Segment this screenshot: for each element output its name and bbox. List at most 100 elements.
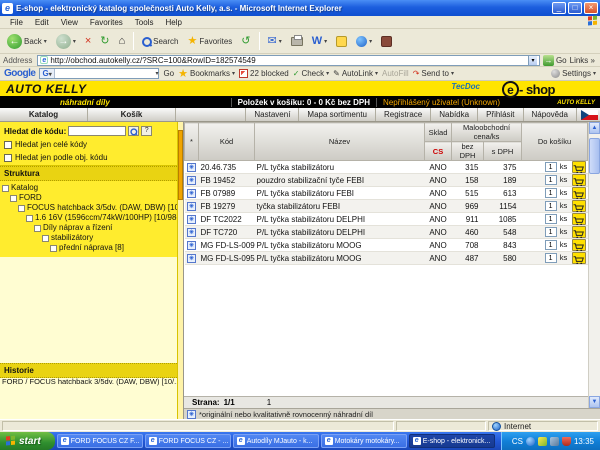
nav-tab[interactable]: Přihlásit: [478, 108, 523, 121]
part-name[interactable]: P/L tyčka stabilizátoru DELPHI: [255, 213, 425, 226]
sidebar-scrollbar[interactable]: [177, 122, 183, 419]
sidebar-scrollbar-thumb[interactable]: [178, 130, 183, 200]
tree-node-icon[interactable]: [26, 215, 33, 222]
tree-node[interactable]: FOCUS hatchback 3/5dv. (DAW, DBW) [10/98…: [18, 203, 183, 213]
menu-item[interactable]: Edit: [29, 18, 55, 27]
tree-node[interactable]: FORD: [10, 193, 183, 203]
quantity-input[interactable]: [545, 227, 557, 237]
go-button[interactable]: → Go: [543, 55, 567, 66]
address-dropdown-icon[interactable]: ▾: [528, 56, 537, 65]
tree-node-icon[interactable]: [50, 245, 57, 252]
tree-node[interactable]: přední náprava [8]: [50, 243, 183, 253]
search-button[interactable]: Search: [139, 36, 181, 47]
original-part-icon[interactable]: ✳: [187, 202, 196, 211]
col-price-net[interactable]: bez DPH: [452, 142, 484, 161]
whole-codes-checkbox[interactable]: [4, 141, 12, 149]
part-name[interactable]: pouzdro stabilizační tyče FEBI: [255, 174, 425, 187]
part-name[interactable]: P/L tyčka stabilizátoru DELPHI: [255, 226, 425, 239]
col-name[interactable]: Název: [255, 123, 425, 161]
taskbar-window-button[interactable]: e FORD FOCUS CZ - ...: [145, 434, 231, 448]
tray-security-icon[interactable]: [562, 437, 571, 446]
add-to-cart-button[interactable]: [572, 200, 586, 212]
taskbar-window-button[interactable]: e FORD FOCUS CZ F...: [57, 434, 143, 448]
send-to-button[interactable]: ↷ Send to▾: [413, 69, 454, 78]
close-button[interactable]: ×: [584, 2, 598, 14]
original-part-icon[interactable]: ✳: [187, 228, 196, 237]
nav-tab[interactable]: Nastavení: [246, 108, 299, 121]
add-to-cart-button[interactable]: [572, 187, 586, 199]
menu-item[interactable]: File: [4, 18, 29, 27]
content-scrollbar[interactable]: ▲ ▼: [588, 122, 600, 408]
notes-button[interactable]: [333, 35, 350, 48]
taskbar-window-button[interactable]: e E-shop - elektronick...: [409, 434, 495, 448]
refresh-button[interactable]: ↻: [97, 34, 112, 48]
favorites-button[interactable]: ★ Favorites: [185, 34, 236, 48]
add-to-cart-button[interactable]: [572, 213, 586, 225]
original-part-icon[interactable]: ✳: [187, 215, 196, 224]
history-item[interactable]: FORD / FOCUS hatchback 3/5dv. (DAW, DBW)…: [0, 376, 177, 387]
tree-node[interactable]: stabilizátory: [42, 233, 183, 243]
col-add-to-cart[interactable]: Do košíku: [522, 123, 588, 161]
tray-antivirus-icon[interactable]: [538, 437, 547, 446]
taskbar-window-button[interactable]: e Autodíly MJauto - k...: [233, 434, 319, 448]
home-button[interactable]: ⌂: [115, 34, 128, 48]
search-submit-button[interactable]: [128, 126, 139, 136]
menu-item[interactable]: Favorites: [84, 18, 129, 27]
menu-item[interactable]: Tools: [129, 18, 160, 27]
google-settings-button[interactable]: Settings▾: [551, 69, 596, 78]
spellcheck-button[interactable]: ✓ Check▾: [293, 69, 329, 78]
quantity-input[interactable]: [545, 162, 557, 172]
original-part-icon[interactable]: ✳: [187, 254, 196, 263]
quantity-input[interactable]: [545, 253, 557, 263]
quantity-input[interactable]: [545, 188, 557, 198]
messenger-button[interactable]: ▾: [353, 35, 375, 48]
links-button[interactable]: Links »: [570, 56, 597, 65]
col-price-gross[interactable]: s DPH: [484, 142, 522, 161]
col-retail-price[interactable]: Maloobchodní cena/ks: [452, 123, 522, 142]
tray-messenger-icon[interactable]: [526, 437, 535, 446]
quantity-input[interactable]: [545, 240, 557, 250]
quantity-input[interactable]: [545, 214, 557, 224]
scroll-down-icon[interactable]: ▼: [589, 396, 600, 408]
autolink-button[interactable]: ✎ AutoLink▾: [333, 69, 378, 78]
search-help-button[interactable]: ?: [141, 126, 152, 136]
forward-button[interactable]: → ▾: [53, 33, 79, 50]
mail-button[interactable]: ✉ ▾: [265, 34, 285, 48]
back-button[interactable]: ← Back ▾: [4, 33, 50, 50]
tree-node-icon[interactable]: [42, 235, 49, 242]
minimize-button[interactable]: _: [552, 2, 566, 14]
edit-with-word-button[interactable]: W ▾: [309, 34, 330, 48]
tree-node[interactable]: 1.6 16V (1596ccm/74kW/100HP) [10/98-11/.…: [26, 213, 183, 223]
menu-item[interactable]: View: [55, 18, 84, 27]
nav-tab[interactable]: Registrace: [376, 108, 431, 121]
part-name[interactable]: tyčka stabilizátoru FEBI: [255, 200, 425, 213]
original-part-icon[interactable]: ✳: [187, 241, 196, 250]
add-to-cart-button[interactable]: [572, 239, 586, 251]
nav-tab[interactable]: Košík: [88, 108, 176, 121]
scrollbar-thumb[interactable]: [589, 138, 600, 174]
part-name[interactable]: P/L tyčka stabilizátoru MOOG: [255, 252, 425, 265]
bookmarks-button[interactable]: ★ Bookmarks▾: [178, 68, 235, 80]
stop-button[interactable]: ×: [82, 34, 94, 48]
quantity-input[interactable]: [545, 201, 557, 211]
tree-node-icon[interactable]: [2, 185, 9, 192]
original-part-icon[interactable]: ✳: [187, 176, 196, 185]
add-to-cart-button[interactable]: [572, 161, 586, 173]
taskbar-window-button[interactable]: e Motokáry motokáry...: [321, 434, 407, 448]
start-button[interactable]: start: [0, 432, 55, 450]
print-button[interactable]: [288, 36, 306, 47]
history-button[interactable]: ↺: [238, 34, 253, 48]
address-input[interactable]: e http://obchod.autokelly.cz/?SRC=100&Ro…: [37, 55, 540, 66]
tree-node-icon[interactable]: [10, 195, 17, 202]
add-to-cart-button[interactable]: [572, 252, 586, 264]
add-to-cart-button[interactable]: [572, 174, 586, 186]
tray-volume-icon[interactable]: [550, 437, 559, 446]
add-to-cart-button[interactable]: [572, 226, 586, 238]
code-search-input[interactable]: [68, 126, 126, 136]
tree-node-icon[interactable]: [34, 225, 41, 232]
popup-blocker-button[interactable]: 22 blocked: [239, 69, 289, 78]
research-button[interactable]: [378, 35, 395, 48]
czech-flag-icon[interactable]: [581, 110, 598, 120]
tree-node[interactable]: Díly náprav a řízení: [34, 223, 183, 233]
part-name[interactable]: P/L tyčka stabilizátoru FEBI: [255, 187, 425, 200]
